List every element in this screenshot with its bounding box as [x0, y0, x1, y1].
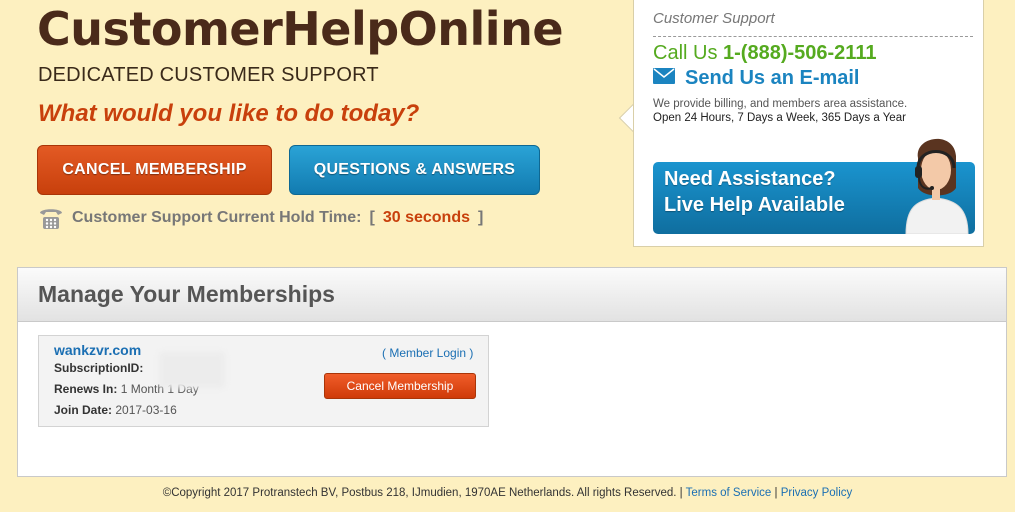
questions-answers-button[interactable]: QUESTIONS & ANSWERS: [289, 145, 540, 195]
agent-headset-icon: [896, 128, 976, 235]
terms-link[interactable]: Terms of Service: [686, 487, 772, 499]
member-login-link[interactable]: ( Member Login ): [382, 346, 473, 360]
divider: [653, 36, 973, 37]
need-assistance-text: Need Assistance?: [664, 168, 836, 190]
join-row: Join Date: 2017-03-16: [54, 403, 177, 417]
support-label: Customer Support: [653, 10, 775, 27]
assist-line-1: We provide billing, and members area ass…: [653, 98, 908, 110]
membership-site[interactable]: wankzvr.com: [54, 342, 141, 358]
phone-number[interactable]: 1-(888)-506-2111: [723, 42, 876, 64]
email-link[interactable]: Send Us an E-mail: [653, 67, 860, 90]
tagline: DEDICATED CUSTOMER SUPPORT: [38, 64, 379, 86]
phone-icon: [38, 206, 64, 230]
membership-card: wankzvr.com SubscriptionID: Renews In: 1…: [38, 335, 489, 427]
call-prefix: Call Us: [653, 42, 718, 64]
redacted-blur: [159, 352, 225, 388]
hold-time: Customer Support Current Hold Time: [ 30…: [38, 206, 483, 230]
envelope-icon: [653, 67, 675, 90]
join-value: 2017-03-16: [115, 403, 177, 417]
hold-bracket-close: ]: [477, 209, 484, 226]
support-panel: Customer Support Call Us 1-(888)-506-211…: [633, 0, 984, 247]
card-cancel-membership-button[interactable]: Cancel Membership: [324, 373, 476, 399]
hold-value: 30 seconds: [382, 209, 470, 226]
manage-title: Manage Your Memberships: [18, 268, 1006, 322]
footer-separator: |: [679, 487, 683, 499]
hold-label: Customer Support Current Hold Time:: [72, 209, 362, 226]
subscription-label: SubscriptionID:: [54, 361, 144, 375]
join-label: Join Date:: [54, 403, 113, 417]
subscription-row: SubscriptionID:: [54, 361, 143, 375]
live-help-text: Live Help Available: [664, 194, 845, 216]
manage-memberships-panel: Manage Your Memberships wankzvr.com Subs…: [17, 267, 1007, 477]
footer: ©Copyright 2017 Protranstech BV, Postbus…: [0, 487, 1015, 499]
cancel-membership-button[interactable]: CANCEL MEMBERSHIP: [37, 145, 272, 195]
renews-label: Renews In:: [54, 382, 118, 396]
page-question: What would you like to do today?: [38, 100, 420, 127]
copyright: ©Copyright 2017 Protranstech BV, Postbus…: [162, 487, 677, 499]
assist-line-2: Open 24 Hours, 7 Days a Week, 365 Days a…: [653, 112, 906, 124]
brand-logo: CustomerHelpOnline: [37, 2, 564, 56]
email-label: Send Us an E-mail: [685, 67, 860, 89]
call-us: Call Us 1-(888)-506-2111: [653, 42, 876, 65]
hold-bracket-open: [: [369, 209, 375, 226]
footer-separator: |: [774, 487, 778, 499]
privacy-link[interactable]: Privacy Policy: [781, 487, 853, 499]
